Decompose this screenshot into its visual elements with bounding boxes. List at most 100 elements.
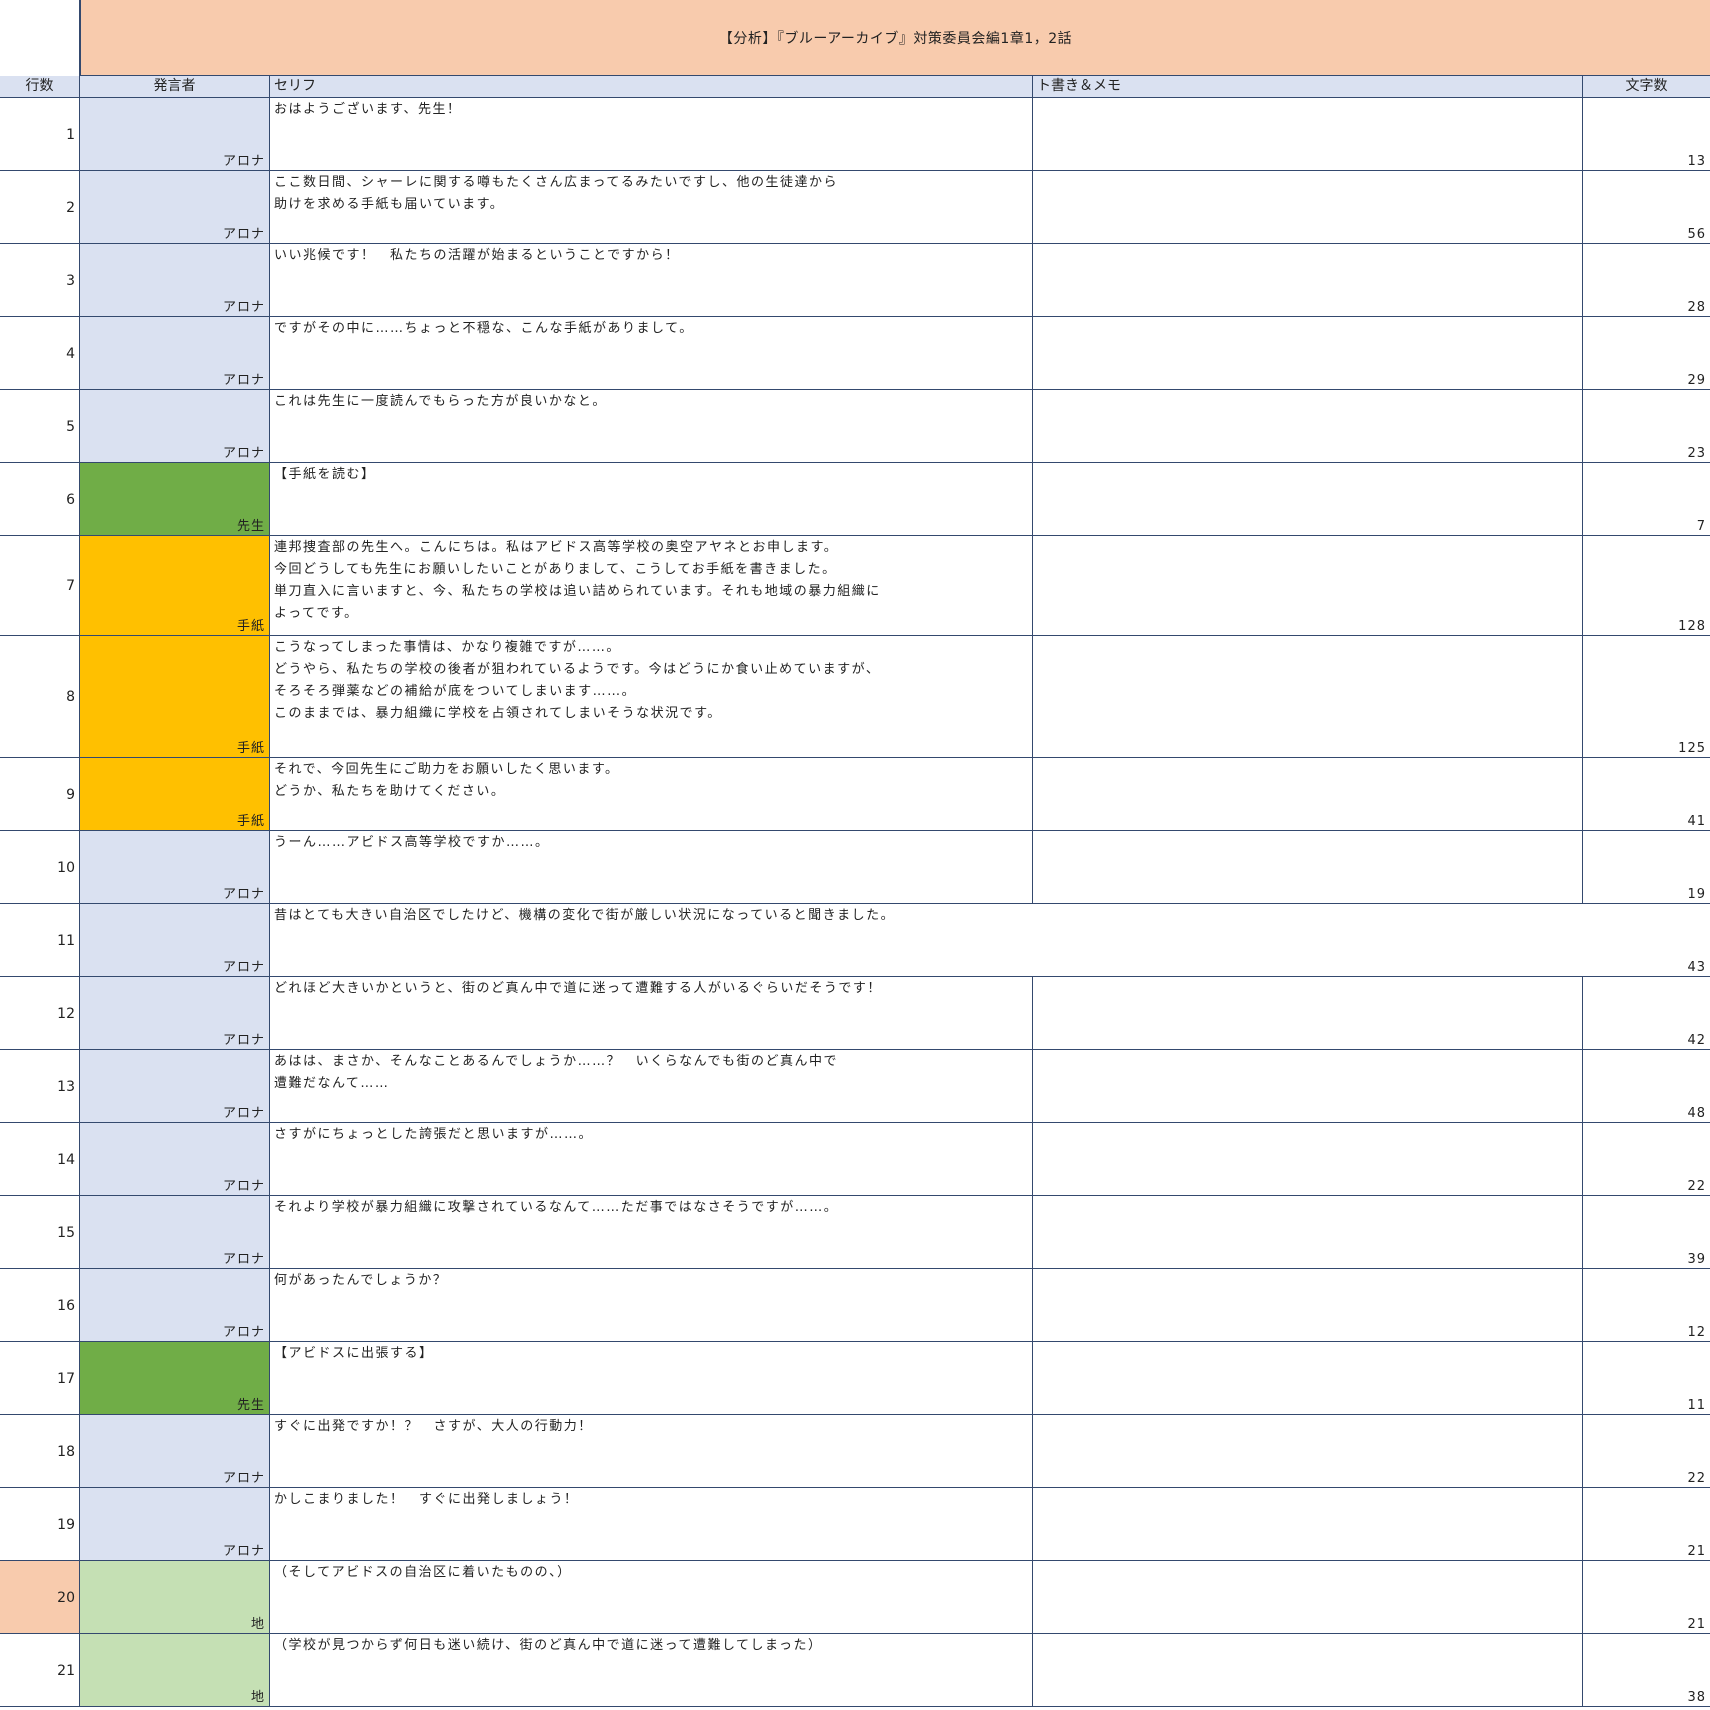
memo-cell[interactable]	[1033, 1196, 1583, 1269]
line-cell[interactable]: ここ数日間、シャーレに関する噂もたくさん広まってるみたいですし、他の生徒達から …	[270, 171, 1033, 244]
memo-cell[interactable]	[1033, 977, 1583, 1050]
row-number-cell[interactable]: 18	[0, 1415, 80, 1488]
line-cell[interactable]: かしこまりました！ すぐに出発しましょう！	[270, 1488, 1033, 1561]
row-number-cell[interactable]: 1	[0, 98, 80, 171]
row-number-cell[interactable]: 5	[0, 390, 80, 463]
char-count-cell[interactable]: 7	[1583, 463, 1710, 536]
speaker-cell[interactable]: アロナ	[80, 1050, 270, 1123]
char-count-cell[interactable]: 22	[1583, 1415, 1710, 1488]
speaker-cell[interactable]: アロナ	[80, 1415, 270, 1488]
row-number-cell[interactable]: 3	[0, 244, 80, 317]
memo-cell[interactable]	[1033, 536, 1583, 636]
char-count-cell[interactable]: 23	[1583, 390, 1710, 463]
char-count-cell[interactable]: 19	[1583, 831, 1710, 904]
line-cell[interactable]: 【手紙を読む】	[270, 463, 1033, 536]
char-count-cell[interactable]: 28	[1583, 244, 1710, 317]
speaker-cell[interactable]: アロナ	[80, 171, 270, 244]
speaker-cell[interactable]: アロナ	[80, 1488, 270, 1561]
row-number-cell[interactable]: 16	[0, 1269, 80, 1342]
char-count-cell[interactable]: 12	[1583, 1269, 1710, 1342]
memo-cell[interactable]	[1033, 1561, 1583, 1634]
line-cell[interactable]: ですがその中に……ちょっと不穏な、こんな手紙がありまして。	[270, 317, 1033, 390]
row-number-cell[interactable]: 10	[0, 831, 80, 904]
speaker-cell[interactable]: 手紙	[80, 536, 270, 636]
line-cell[interactable]: どれほど大きいかというと、街のど真ん中で道に迷って遭難する人がいるぐらいだそうで…	[270, 977, 1033, 1050]
row-number-cell[interactable]: 17	[0, 1342, 80, 1415]
char-count-cell[interactable]: 48	[1583, 1050, 1710, 1123]
speaker-cell[interactable]: 地	[80, 1634, 270, 1707]
char-count-cell[interactable]: 13	[1583, 98, 1710, 171]
char-count-cell[interactable]: 22	[1583, 1123, 1710, 1196]
speaker-cell[interactable]: アロナ	[80, 1196, 270, 1269]
char-count-cell[interactable]: 125	[1583, 636, 1710, 758]
speaker-cell[interactable]: アロナ	[80, 1269, 270, 1342]
memo-cell[interactable]	[1033, 317, 1583, 390]
memo-cell[interactable]	[1033, 1123, 1583, 1196]
memo-cell[interactable]	[1033, 636, 1583, 758]
line-cell[interactable]: 何があったんでしょうか？	[270, 1269, 1033, 1342]
memo-cell[interactable]	[1033, 98, 1583, 171]
char-count-cell[interactable]: 43	[1583, 904, 1710, 977]
row-number-cell[interactable]: 14	[0, 1123, 80, 1196]
line-cell[interactable]: さすがにちょっとした誇張だと思いますが……。	[270, 1123, 1033, 1196]
speaker-cell[interactable]: アロナ	[80, 904, 270, 977]
speaker-cell[interactable]: アロナ	[80, 1123, 270, 1196]
speaker-cell[interactable]: 手紙	[80, 636, 270, 758]
line-cell[interactable]: あはは、まさか、そんなことあるんでしょうか……？ いくらなんでも街のど真ん中で …	[270, 1050, 1033, 1123]
row-number-cell[interactable]: 6	[0, 463, 80, 536]
memo-cell[interactable]	[1033, 1269, 1583, 1342]
memo-cell[interactable]	[1033, 390, 1583, 463]
sheet-title[interactable]: 【分析】『ブルーアーカイブ』対策委員会編1章1，2話	[80, 0, 1710, 76]
char-count-cell[interactable]: 11	[1583, 1342, 1710, 1415]
row-number-cell[interactable]: 9	[0, 758, 80, 831]
memo-cell[interactable]	[1033, 1488, 1583, 1561]
header-line[interactable]: セリフ	[270, 76, 1033, 98]
char-count-cell[interactable]: 56	[1583, 171, 1710, 244]
line-cell[interactable]: 連邦捜査部の先生へ。こんにちは。私はアビドス高等学校の奥空アヤネとお申します。 …	[270, 536, 1033, 636]
row-number-cell[interactable]: 8	[0, 636, 80, 758]
char-count-cell[interactable]: 128	[1583, 536, 1710, 636]
line-cell[interactable]: これは先生に一度読んでもらった方が良いかなと。	[270, 390, 1033, 463]
row-number-cell[interactable]: 2	[0, 171, 80, 244]
line-cell[interactable]: それより学校が暴力組織に攻撃されているなんて……ただ事ではなさそうですが……。	[270, 1196, 1033, 1269]
char-count-cell[interactable]: 21	[1583, 1488, 1710, 1561]
row-number-cell[interactable]: 13	[0, 1050, 80, 1123]
row-number-cell[interactable]: 21	[0, 1634, 80, 1707]
header-row-number[interactable]: 行数	[0, 76, 80, 98]
row-number-cell[interactable]: 20	[0, 1561, 80, 1634]
memo-cell[interactable]	[1033, 1342, 1583, 1415]
line-cell[interactable]: （そしてアビドスの自治区に着いたものの、）	[270, 1561, 1033, 1634]
header-char-count[interactable]: 文字数	[1583, 76, 1710, 98]
line-cell[interactable]: こうなってしまった事情は、かなり複雑ですが……。 どうやら、私たちの学校の後者が…	[270, 636, 1033, 758]
memo-cell[interactable]	[1033, 758, 1583, 831]
speaker-cell[interactable]: アロナ	[80, 98, 270, 171]
char-count-cell[interactable]: 29	[1583, 317, 1710, 390]
header-speaker[interactable]: 発言者	[80, 76, 270, 98]
speaker-cell[interactable]: アロナ	[80, 317, 270, 390]
speaker-cell[interactable]: 先生	[80, 463, 270, 536]
speaker-cell[interactable]: アロナ	[80, 390, 270, 463]
speaker-cell[interactable]: 先生	[80, 1342, 270, 1415]
char-count-cell[interactable]: 38	[1583, 1634, 1710, 1707]
memo-cell[interactable]	[1033, 171, 1583, 244]
line-cell[interactable]: うーん……アビドス高等学校ですか……。	[270, 831, 1033, 904]
row-number-cell[interactable]: 11	[0, 904, 80, 977]
speaker-cell[interactable]: アロナ	[80, 831, 270, 904]
speaker-cell[interactable]: 地	[80, 1561, 270, 1634]
line-cell[interactable]: いい兆候です！ 私たちの活躍が始まるということですから！	[270, 244, 1033, 317]
memo-cell[interactable]	[1033, 1050, 1583, 1123]
header-memo[interactable]: ト書き＆メモ	[1033, 76, 1583, 98]
line-cell[interactable]: それで、今回先生にご助力をお願いしたく思います。 どうか、私たちを助けてください…	[270, 758, 1033, 831]
memo-cell[interactable]	[1033, 1634, 1583, 1707]
line-cell[interactable]: （学校が見つからず何日も迷い続け、街のど真ん中で道に迷って遭難してしまった）	[270, 1634, 1033, 1707]
line-cell[interactable]: 【アビドスに出張する】	[270, 1342, 1033, 1415]
char-count-cell[interactable]: 41	[1583, 758, 1710, 831]
speaker-cell[interactable]: アロナ	[80, 244, 270, 317]
row-number-cell[interactable]: 4	[0, 317, 80, 390]
row-number-cell[interactable]: 7	[0, 536, 80, 636]
line-cell[interactable]: 昔はとても大きい自治区でしたけど、機構の変化で街が厳しい状況になっていると聞きま…	[270, 904, 1583, 977]
char-count-cell[interactable]: 21	[1583, 1561, 1710, 1634]
memo-cell[interactable]	[1033, 244, 1583, 317]
row-number-cell[interactable]: 19	[0, 1488, 80, 1561]
memo-cell[interactable]	[1033, 831, 1583, 904]
